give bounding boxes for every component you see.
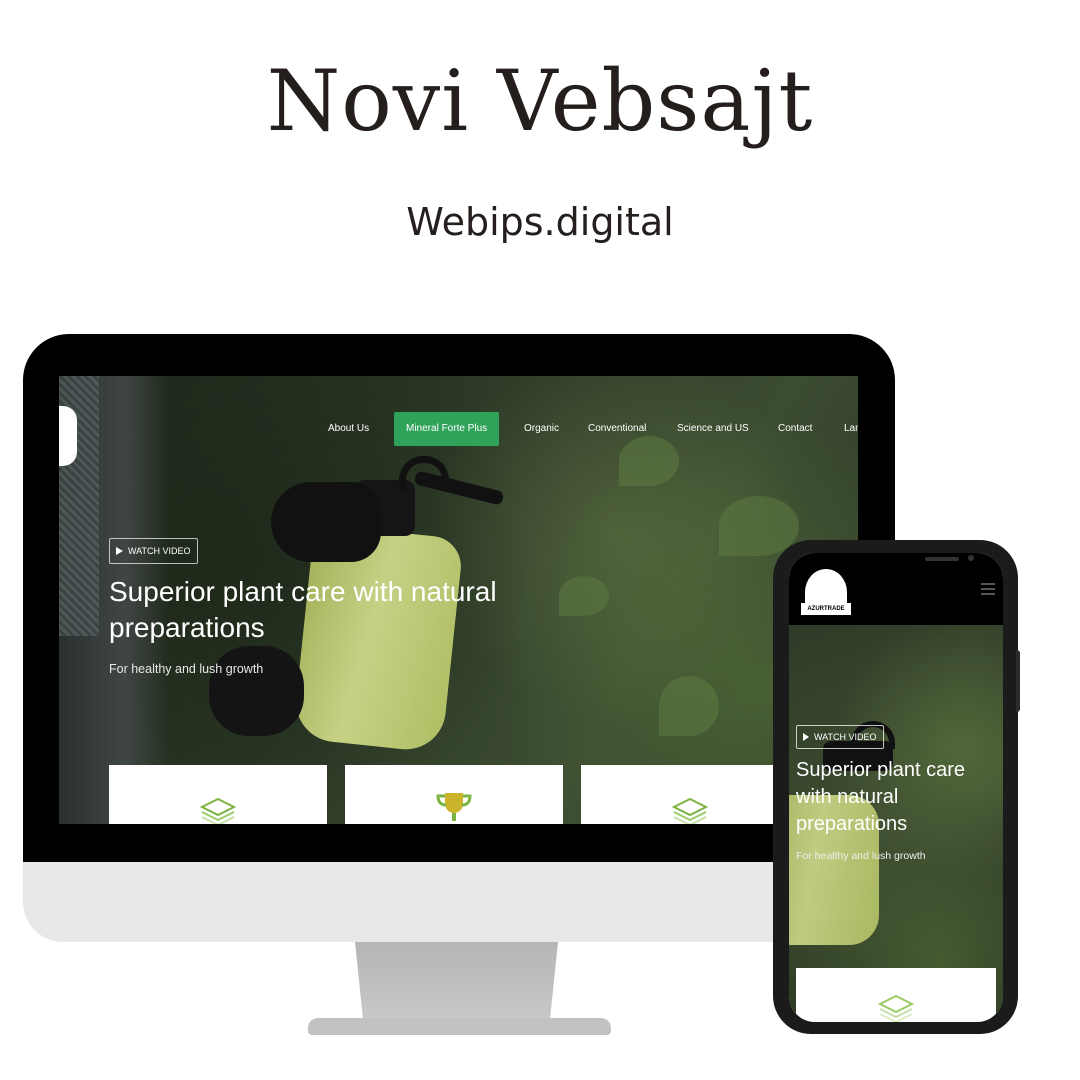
monitor-chin [23, 862, 895, 942]
hamburger-menu-icon[interactable] [981, 583, 995, 595]
nav-mineral-forte-plus[interactable]: Mineral Forte Plus [394, 412, 500, 446]
gloved-hand [209, 646, 304, 736]
speaker-grille [925, 557, 959, 561]
nav-organic[interactable]: Organic [524, 412, 559, 446]
layers-icon [877, 994, 915, 1022]
page-title: Novi Vebsajt [266, 52, 814, 150]
play-icon [803, 733, 809, 741]
hero-subtitle: For healthy and lush growth [109, 662, 264, 676]
front-camera [968, 555, 974, 561]
nav-conventional[interactable]: Conventional [588, 412, 646, 446]
watch-video-label: WATCH VIDEO [814, 732, 877, 742]
desktop-website-screen: About Us Mineral Forte Plus Organic Conv… [59, 376, 858, 824]
phone-notch [837, 553, 974, 573]
watch-video-label: WATCH VIDEO [128, 546, 191, 556]
nav-contact[interactable]: Contact [778, 412, 812, 446]
hero-title: Superior plant care with natural prepara… [796, 759, 965, 835]
mobile-hero: WATCH VIDEO Superior plant care with nat… [789, 625, 1003, 1022]
gloved-hand [271, 482, 381, 562]
hero-title: Superior plant care with natural prepara… [109, 576, 497, 643]
feature-card[interactable] [581, 765, 799, 824]
desktop-nav: About Us Mineral Forte Plus Organic Conv… [59, 412, 858, 446]
foliage [789, 625, 839, 665]
monitor-stand-base [308, 1018, 611, 1035]
trophy-icon [436, 793, 472, 821]
feature-card[interactable] [109, 765, 327, 824]
watch-video-button[interactable]: WATCH VIDEO [796, 725, 884, 749]
hero-subtitle: For healthy and lush growth [796, 850, 926, 862]
play-icon [116, 547, 123, 555]
layers-icon [671, 797, 709, 824]
monitor-stand [355, 942, 558, 1020]
feature-card[interactable] [345, 765, 563, 824]
logo-text: AZURTRADE [801, 603, 851, 615]
nav-about-us[interactable]: About Us [328, 412, 369, 446]
phone-side-button [1016, 650, 1020, 712]
nav-science-and-us[interactable]: Science and US [677, 412, 749, 446]
layers-icon [199, 797, 237, 824]
watch-video-button[interactable]: WATCH VIDEO [109, 538, 198, 564]
mobile-website-screen: AZURTRADE WATCH VIDEO Superior plant car… [789, 553, 1003, 1022]
foliage [659, 676, 719, 736]
nav-language[interactable]: Lan [844, 412, 858, 446]
page-subtitle: Webips.digital [406, 200, 674, 244]
feature-card[interactable] [796, 968, 996, 1022]
foliage [789, 665, 849, 725]
